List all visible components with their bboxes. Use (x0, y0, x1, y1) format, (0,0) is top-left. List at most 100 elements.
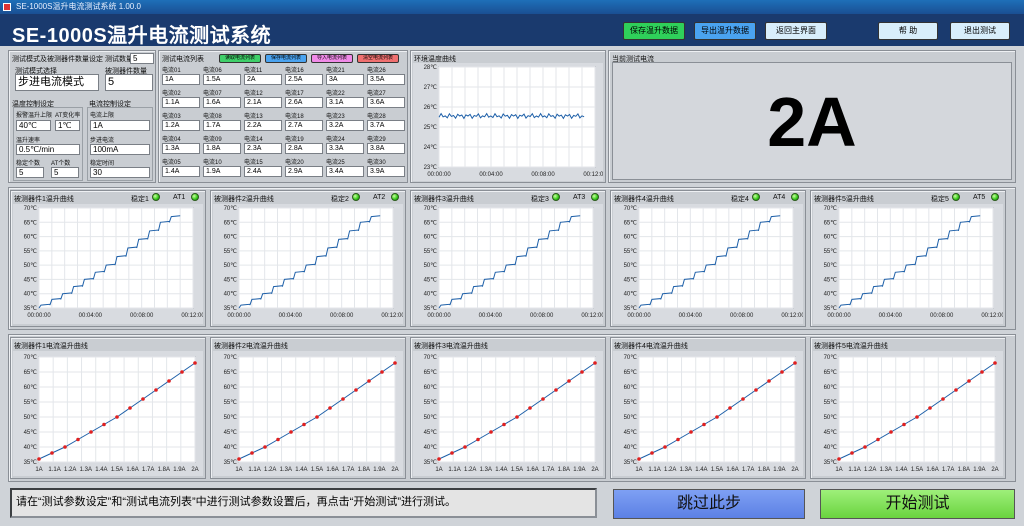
skip-step-button[interactable]: 跳过此步 (613, 489, 805, 519)
current-cell-value[interactable]: 1.9A (203, 166, 241, 177)
step-current-field[interactable]: 100mA (90, 144, 150, 155)
current-cell-value[interactable]: 3.2A (326, 120, 364, 131)
current-list-button-4[interactable]: 清空电流列表 (357, 54, 399, 63)
current-cell-value[interactable]: 3.1A (326, 97, 364, 108)
current-cell-value[interactable]: 2.3A (244, 143, 282, 154)
rise-data-point (593, 361, 597, 365)
device-rise-panel: 被测器件1电流温升曲线 70℃ 65℃ 60℃ 55℃ 50℃ 45℃ 40℃ 35℃ 1A 1.1… (10, 337, 206, 479)
current-cell-value[interactable]: 3.5A (367, 74, 405, 85)
rise-data-point (115, 415, 119, 419)
current-cell-value[interactable]: 3.9A (367, 166, 405, 177)
current-cell-value[interactable]: 1.3A (162, 143, 200, 154)
temp-rate-field[interactable]: 0.5℃/min (16, 144, 80, 155)
status-message: 请在“测试参数设定”和“测试电流列表”中进行测试参数设置后，再点击“开始测试”进… (10, 488, 597, 518)
current-cell-value[interactable]: 3.8A (367, 143, 405, 154)
start-test-button[interactable]: 开始测试 (820, 489, 1015, 519)
test-count-field[interactable]: 5 (130, 53, 154, 64)
stable-led-icon (752, 193, 760, 201)
rise-data-point (702, 422, 706, 427)
y-tick-label: 45℃ (824, 277, 838, 283)
current-cell-value[interactable]: 3A (326, 74, 364, 85)
x-tick-label: 1.3A (280, 467, 292, 473)
current-cell-value[interactable]: 2.7A (285, 120, 323, 131)
current-cell-value[interactable]: 2A (244, 74, 282, 85)
rise-data-point (715, 415, 719, 419)
current-cell-value[interactable]: 2.6A (285, 97, 323, 108)
help-button[interactable]: 帮 助 (878, 22, 938, 40)
current-list-button-2[interactable]: 保存电流列表 (265, 54, 307, 63)
stable-led-icon (352, 193, 360, 201)
exit-test-button[interactable]: 退出测试 (950, 22, 1010, 40)
temp-rate-label: 温升速率 (16, 138, 41, 144)
rise-data-point (754, 388, 758, 392)
current-cell-value[interactable]: 2.2A (244, 120, 282, 131)
device-rise-title: 被测器件1电流温升曲线 (14, 343, 88, 350)
chart-svg: 70℃ 65℃ 60℃ 55℃ 50℃ 45℃ 40℃ 35℃00:00:00 00:04:00… (624, 206, 803, 319)
x-tick-label: 00:12:00 (981, 313, 1003, 319)
current-cell-value[interactable]: 1.7A (203, 120, 241, 131)
x-tick-label: 1.5A (711, 467, 723, 473)
current-limit-label: 电流上限 (90, 113, 115, 119)
y-tick-label: 45℃ (424, 430, 438, 436)
current-cell-label: 电流21 (326, 68, 345, 74)
rise-data-point (328, 406, 332, 410)
save-temp-data-button[interactable]: 保存温升数据 (623, 22, 685, 40)
current-cell-value[interactable]: 1.8A (203, 143, 241, 154)
current-list-button-1[interactable]: 读取电流列表 (219, 54, 261, 63)
current-cell-value[interactable]: 2.9A (285, 166, 323, 177)
current-cell-value[interactable]: 3.3A (326, 143, 364, 154)
y-tick-label: 35℃ (824, 306, 838, 312)
stable-count-field[interactable]: 5 (16, 167, 44, 178)
mode-select[interactable]: 步进电流模式 (15, 74, 99, 91)
return-main-button[interactable]: 返回主界面 (765, 22, 827, 40)
alarm-temp-field[interactable]: 40℃ (16, 120, 51, 131)
current-cell-value[interactable]: 1.2A (162, 120, 200, 131)
at-count-field[interactable]: 5 (51, 167, 79, 178)
at-count-label: AT个数 (51, 161, 71, 167)
y-tick-label: 40℃ (224, 445, 238, 451)
current-cell-label: 电流05 (162, 160, 181, 166)
x-tick-label: 00:00:00 (227, 313, 251, 319)
current-cell-value[interactable]: 1A (162, 74, 200, 85)
device-rise-panel: 被测器件4电流温升曲线 70℃ 65℃ 60℃ 55℃ 50℃ 45℃ 40℃ 35℃ 1A 1.1… (610, 337, 806, 479)
current-cell-value[interactable]: 1.1A (162, 97, 200, 108)
x-tick-label: 00:12:00 (781, 313, 803, 319)
device-rise-title: 被测器件5电流温升曲线 (814, 343, 888, 350)
x-tick-label: 1.1A (648, 467, 660, 473)
y-tick-label: 40℃ (424, 445, 438, 451)
x-tick-label: 00:08:00 (130, 313, 154, 319)
current-cell-value[interactable]: 2.1A (244, 97, 282, 108)
x-tick-label: 1A (235, 467, 242, 473)
current-cell-value[interactable]: 3.6A (367, 97, 405, 108)
current-cell-value[interactable]: 3.7A (367, 120, 405, 131)
current-cell-label: 电流28 (367, 114, 386, 120)
at-label: AT3 (573, 194, 586, 201)
current-cell-label: 电流03 (162, 114, 181, 120)
current-cell-value[interactable]: 2.5A (285, 74, 323, 85)
current-limit-field[interactable]: 1A (90, 120, 150, 131)
export-temp-data-button[interactable]: 导出温升数据 (694, 22, 756, 40)
device-temp-chart: 70℃ 65℃ 60℃ 55℃ 50℃ 45℃ 40℃ 35℃ 00:00:00 00:04:00… (413, 204, 603, 324)
current-list-button-3[interactable]: 导入电流列表 (311, 54, 353, 63)
current-cell-value[interactable]: 2.8A (285, 143, 323, 154)
x-tick-label: 1.3A (880, 467, 892, 473)
current-cell-value[interactable]: 2.4A (244, 166, 282, 177)
y-tick-label: 60℃ (24, 385, 38, 391)
y-tick-label: 65℃ (624, 370, 638, 376)
current-cell-label: 电流02 (162, 91, 181, 97)
x-tick-label: 1.8A (758, 467, 770, 473)
current-cell-value[interactable]: 1.5A (203, 74, 241, 85)
stable-label: 稳定2 (331, 196, 349, 203)
stable-time-field[interactable]: 30 (90, 167, 150, 178)
x-tick-label: 1.6A (326, 467, 338, 473)
at-rate-field[interactable]: 1℃ (55, 120, 80, 131)
stable-label: 稳定4 (731, 196, 749, 203)
y-tick-label: 70℃ (824, 206, 838, 212)
current-cell-value[interactable]: 3.4A (326, 166, 364, 177)
y-tick-label: 55℃ (424, 400, 438, 406)
current-cell-value[interactable]: 1.4A (162, 166, 200, 177)
x-tick-label: 1.5A (111, 467, 123, 473)
y-tick-label: 65℃ (224, 370, 238, 376)
current-cell-value[interactable]: 1.6A (203, 97, 241, 108)
device-count-field[interactable]: 5 (105, 74, 153, 91)
